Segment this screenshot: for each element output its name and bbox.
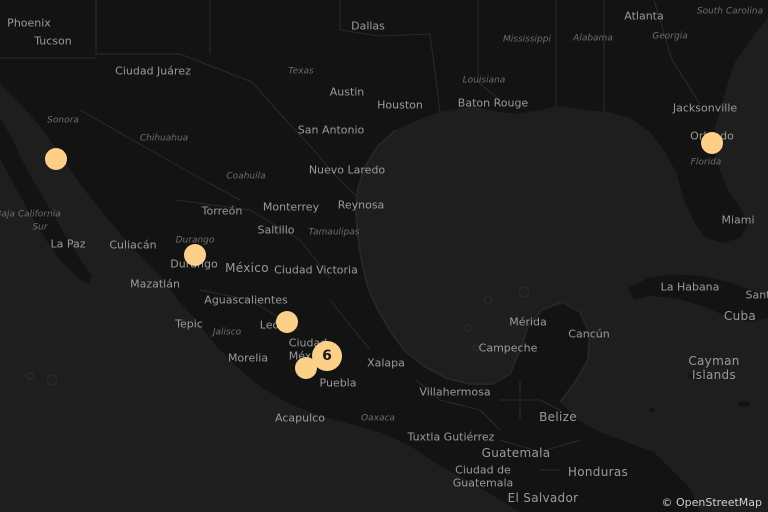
- label-dallas: Dallas: [351, 19, 385, 33]
- label-xalapa: Xalapa: [367, 356, 405, 370]
- label-georgia: Georgia: [652, 31, 688, 42]
- label-baja-california-sur-2: Sur: [32, 222, 48, 233]
- label-la-paz: La Paz: [50, 237, 86, 251]
- label-santa: Sant: [745, 288, 768, 302]
- label-phoenix: Phoenix: [7, 16, 51, 30]
- label-campeche: Campeche: [478, 341, 538, 355]
- label-baton-rouge: Baton Rouge: [457, 96, 529, 110]
- label-belize: Belize: [539, 410, 577, 424]
- label-cayman-1: Cayman: [688, 354, 740, 368]
- label-la-habana: La Habana: [660, 280, 720, 294]
- label-south-carolina: South Carolina: [696, 6, 764, 17]
- label-austin: Austin: [329, 85, 365, 99]
- label-mississippi: Mississippi: [503, 34, 551, 45]
- label-ciudad-juarez: Ciudad Juárez: [115, 64, 191, 78]
- label-aguascalientes: Aguascalientes: [204, 293, 288, 307]
- map-view[interactable]: Phoenix Tucson Dallas Atlanta South Caro…: [0, 0, 768, 512]
- label-acapulco: Acapulco: [275, 411, 325, 425]
- label-merida: Mérida: [509, 315, 547, 329]
- label-villahermosa: Villahermosa: [419, 385, 491, 399]
- label-culiacan: Culiacán: [109, 238, 157, 252]
- label-miami: Miami: [721, 213, 755, 227]
- label-honduras: Honduras: [567, 465, 629, 479]
- label-coahuila: Coahuila: [226, 171, 266, 182]
- label-jalisco: Jalisco: [212, 327, 242, 338]
- label-tamaulipas: Tamaulipas: [308, 227, 360, 238]
- label-texas: Texas: [288, 66, 314, 77]
- cluster-count: 6: [322, 348, 332, 364]
- label-mazatlan: Mazatlán: [130, 277, 180, 291]
- copyright-symbol: ©: [661, 496, 673, 509]
- map-marker-sonora[interactable]: [45, 148, 67, 170]
- label-ciudad-guatemala-1: Ciudad de: [455, 463, 511, 477]
- label-nuevo-laredo: Nuevo Laredo: [308, 163, 386, 177]
- map-marker-orlando[interactable]: [701, 132, 723, 154]
- label-el-salvador: El Salvador: [507, 491, 579, 505]
- label-guatemala: Guatemala: [481, 446, 551, 460]
- label-saltillo: Saltillo: [257, 223, 295, 237]
- label-louisiana: Louisiana: [462, 75, 506, 86]
- label-atlanta: Atlanta: [624, 9, 664, 23]
- label-cayman-2: Islands: [691, 368, 737, 382]
- label-morelia: Morelia: [227, 351, 269, 365]
- label-tuxtla: Tuxtla Gutiérrez: [407, 430, 495, 444]
- label-jacksonville: Jacksonville: [672, 101, 738, 115]
- map-attribution: © OpenStreetMap: [661, 496, 762, 509]
- label-chihuahua: Chihuahua: [139, 133, 189, 144]
- label-cancun: Cancún: [568, 327, 610, 341]
- label-tucson: Tucson: [34, 34, 72, 48]
- label-houston: Houston: [377, 98, 423, 112]
- label-tepic: Tepic: [175, 317, 203, 331]
- map-marker-durango[interactable]: [184, 244, 206, 266]
- label-mexico-country: México: [225, 261, 269, 275]
- label-florida: Florida: [690, 157, 722, 168]
- map-marker-morelos[interactable]: [295, 357, 317, 379]
- label-san-antonio: San Antonio: [297, 123, 365, 137]
- label-alabama: Alabama: [573, 33, 613, 44]
- label-ciudad-victoria: Ciudad Victoria: [274, 263, 358, 277]
- label-torreon: Torreón: [201, 204, 243, 218]
- label-oaxaca: Oaxaca: [361, 413, 395, 424]
- label-cuba: Cuba: [723, 309, 757, 323]
- label-reynosa: Reynosa: [337, 198, 385, 212]
- label-ciudad-guatemala-2: Guatemala: [452, 476, 514, 490]
- label-monterrey: Monterrey: [262, 200, 320, 214]
- map-marker-leon[interactable]: [276, 311, 298, 333]
- label-baja-california-sur-1: Baja California: [0, 209, 61, 220]
- label-puebla: Puebla: [319, 376, 357, 390]
- label-sonora: Sonora: [47, 115, 79, 126]
- openstreetmap-link[interactable]: OpenStreetMap: [676, 496, 762, 509]
